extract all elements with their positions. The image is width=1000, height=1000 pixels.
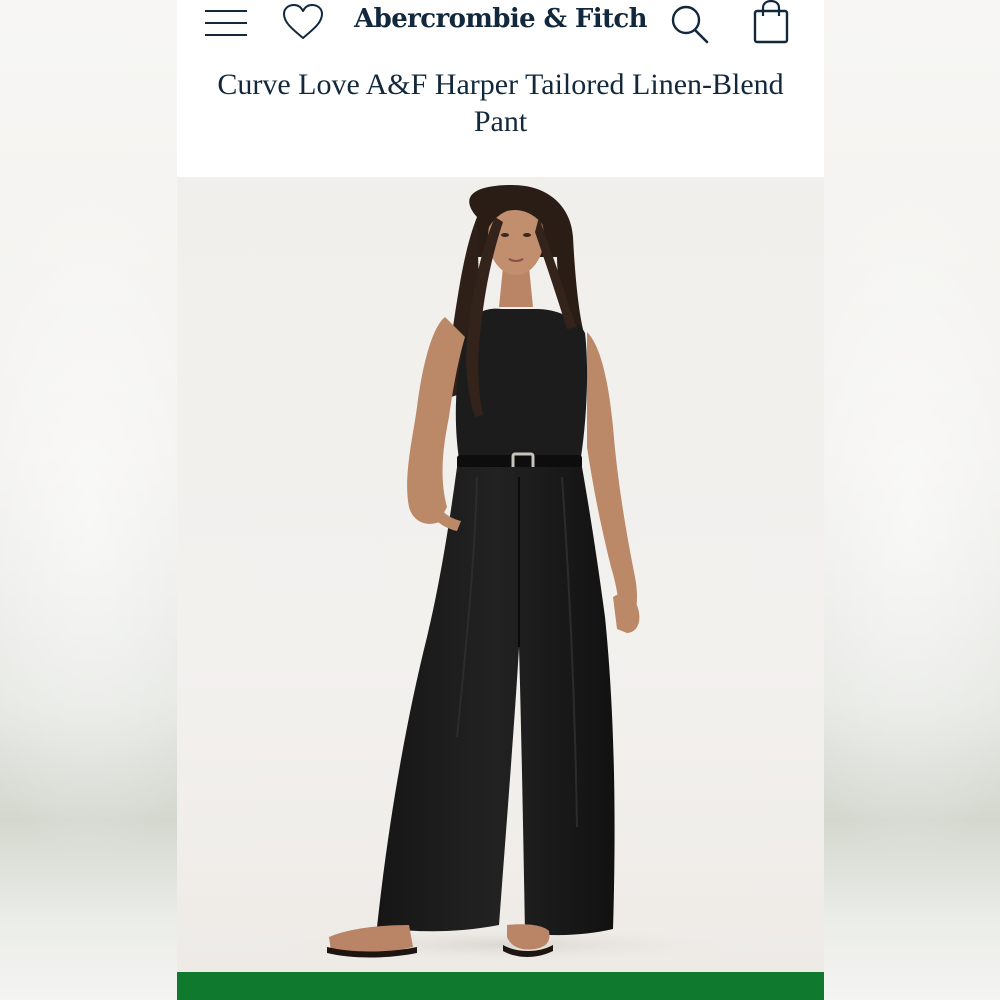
shopping-bag-button[interactable] [749, 0, 793, 44]
search-icon [671, 5, 709, 44]
shopping-bag-icon [753, 0, 789, 44]
product-image[interactable] [177, 177, 824, 972]
product-title: Curve Love A&F Harper Tailored Linen-Ble… [217, 68, 784, 138]
brand-logo[interactable]: Abercrombie & Fitch [337, 0, 664, 38]
wishlist-button[interactable] [281, 2, 325, 42]
site-header: Abercrombie & Fitch [177, 0, 824, 46]
add-to-bag-bar[interactable] [177, 972, 824, 1000]
search-button[interactable] [669, 2, 711, 44]
mobile-product-page: Abercrombie & Fitch Curve Love A&F Harpe… [177, 0, 824, 1000]
heart-icon [283, 4, 323, 39]
model-photo-illustration [277, 185, 737, 963]
menu-icon [205, 10, 247, 36]
menu-button[interactable] [203, 4, 249, 40]
